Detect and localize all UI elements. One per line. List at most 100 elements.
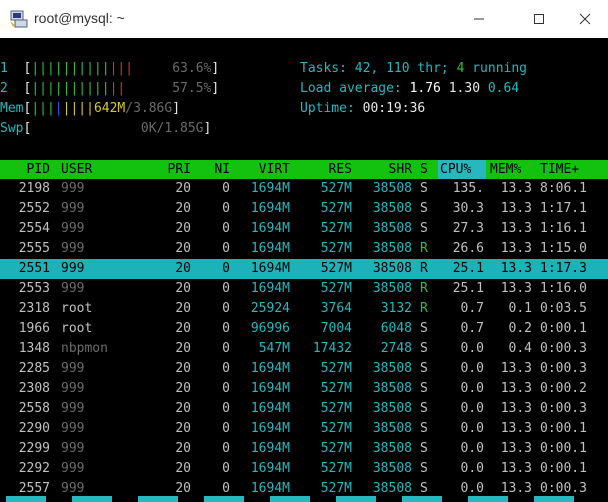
mem-label: Mem: [0, 101, 24, 116]
table-row[interactable]: 2299 999 20 0 1694M 527M 38508 S 0.0 13.3 0:00.1: [0, 439, 608, 459]
col-header-ni[interactable]: NI: [200, 160, 230, 179]
process-table-header[interactable]: PID USER PRI NI VIRT RES SHR S CPU% MEM%…: [0, 160, 608, 179]
table-row[interactable]: 2290 999 20 0 1694M 527M 38508 S 0.0 13.3 0:00.1: [0, 419, 608, 439]
col-header-shr[interactable]: SHR: [352, 160, 412, 179]
cell-time: 0:00.1: [540, 461, 587, 476]
cell-pri: 20: [175, 201, 191, 216]
cpu1-bars-green: ||||||||||: [31, 61, 110, 76]
cell-cpu: 26.6: [452, 241, 484, 256]
cell-ni: 0: [222, 201, 230, 216]
table-row[interactable]: 2558 999 20 0 1694M 527M 38508 S 0.0 13.3 0:00.3: [0, 399, 608, 419]
cell-s: S: [420, 221, 428, 236]
cell-virt: 1694M: [250, 361, 290, 376]
cell-time: 8:06.1: [540, 181, 587, 196]
cell-res: 527M: [320, 201, 352, 216]
cell-shr: 38508: [372, 361, 412, 376]
table-row[interactable]: 2553 999 20 0 1694M 527M 38508 R 25.1 13.3 1:16.0: [0, 279, 608, 299]
table-row-selected[interactable]: 2551 999 20 0 1694M 527M 38508 R 25.1 13.3 1:17.3: [0, 259, 608, 279]
cell-time: 0:00.3: [540, 341, 587, 356]
cell-shr: 38508: [372, 181, 412, 196]
cell-res: 527M: [320, 181, 352, 196]
cell-virt: 96996: [250, 321, 290, 336]
cell-time: 0:00.3: [540, 361, 587, 376]
close-button[interactable]: [562, 0, 608, 38]
cell-shr: 6048: [380, 321, 412, 336]
cell-shr: 38508: [372, 421, 412, 436]
table-row[interactable]: 2292 999 20 0 1694M 527M 38508 S 0.0 13.3 0:00.1: [0, 459, 608, 479]
minimize-button[interactable]: [456, 0, 502, 38]
cell-s: R: [420, 281, 428, 296]
table-row[interactable]: 1966 root 20 0 96996 7004 6048 S 0.7 0.2 0:00.1: [0, 319, 608, 339]
cpu1-label: 1: [0, 61, 8, 76]
table-row[interactable]: 2318 root 20 0 25924 3764 3132 R 0.7 0.1 0:03.5: [0, 299, 608, 319]
cell-pri: 20: [175, 361, 191, 376]
cell-mem: 13.3: [500, 381, 532, 396]
table-row[interactable]: 2285 999 20 0 1694M 527M 38508 S 0.0 13.3 0:00.3: [0, 359, 608, 379]
putty-icon: [10, 10, 28, 28]
cpu2-meter: 2 [|||||||||||| 57.5%]: [0, 81, 220, 96]
cell-pri: 20: [175, 401, 191, 416]
cell-virt: 1694M: [250, 201, 290, 216]
table-row[interactable]: 2554 999 20 0 1694M 527M 38508 S 27.3 13.3 1:16.1: [0, 219, 608, 239]
cell-res: 527M: [320, 221, 352, 236]
terminal[interactable]: 1 [||||||||||||| 63.6%] 2 [|||||||||||| …: [0, 38, 608, 502]
table-row[interactable]: 2198 999 20 0 1694M 527M 38508 S 135. 13.3 8:06.1: [0, 179, 608, 199]
cell-pri: 20: [175, 321, 191, 336]
cell-cpu: 0.0: [460, 361, 484, 376]
load-average: Load average: 1.76 1.30 0.64: [300, 81, 520, 96]
col-header-mem[interactable]: MEM%: [490, 160, 532, 179]
cell-res: 17432: [312, 341, 352, 356]
cell-ni: 0: [222, 441, 230, 456]
cell-time: 0:03.5: [540, 301, 587, 316]
cell-res: 7004: [320, 321, 352, 336]
cell-s: S: [420, 341, 428, 356]
col-header-res[interactable]: RES: [296, 160, 352, 179]
cell-mem: 13.3: [500, 421, 532, 436]
cell-mem: 13.3: [500, 201, 532, 216]
col-header-cpu[interactable]: CPU%: [440, 160, 484, 179]
cell-cpu: 0.7: [460, 321, 484, 336]
mem-meter: Mem[||||||||642M/3.86G]: [0, 101, 181, 116]
cell-cpu: 0.0: [460, 421, 484, 436]
table-row[interactable]: 2308 999 20 0 1694M 527M 38508 S 0.0 13.3 0:00.2: [0, 379, 608, 399]
cell-pid: 2555: [18, 241, 50, 256]
cpu1-bars-red: |||: [109, 61, 134, 76]
cell-pri: 20: [175, 221, 191, 236]
cell-pid: 2285: [18, 361, 50, 376]
cell-mem: 13.3: [500, 461, 532, 476]
cell-s: S: [420, 321, 428, 336]
table-row[interactable]: 2552 999 20 0 1694M 527M 38508 S 30.3 13.3 1:17.1: [0, 199, 608, 219]
cell-virt: 1694M: [250, 261, 290, 276]
mem-bars-blue: |: [54, 101, 63, 116]
col-header-state[interactable]: S: [420, 160, 432, 179]
cell-res: 3764: [320, 301, 352, 316]
table-row[interactable]: 2555 999 20 0 1694M 527M 38508 R 26.6 13.3 1:15.0: [0, 239, 608, 259]
cell-shr: 38508: [372, 401, 412, 416]
cell-mem: 0.4: [508, 341, 532, 356]
col-header-virt[interactable]: VIRT: [232, 160, 290, 179]
cell-pid: 1966: [18, 321, 50, 336]
cell-pri: 20: [175, 181, 191, 196]
cell-time: 0:00.1: [540, 321, 587, 336]
cell-s: S: [420, 461, 428, 476]
cell-shr: 2748: [380, 341, 412, 356]
cell-cpu: 0.7: [460, 301, 484, 316]
col-header-pri[interactable]: PRI: [146, 160, 191, 179]
cell-shr: 38508: [372, 281, 412, 296]
cell-s: S: [420, 181, 428, 196]
maximize-icon: [534, 14, 544, 24]
cell-mem: 13.3: [500, 361, 532, 376]
col-header-pid[interactable]: PID: [0, 160, 50, 179]
cell-pri: 20: [175, 281, 191, 296]
cell-ni: 0: [222, 361, 230, 376]
cell-mem: 13.3: [500, 261, 532, 276]
cell-ni: 0: [222, 241, 230, 256]
cell-pri: 20: [175, 441, 191, 456]
table-row[interactable]: 1348 nbpmon 20 0 547M 17432 2748 S 0.0 0.4 0:00.3: [0, 339, 608, 359]
minimize-icon: [474, 18, 484, 20]
col-header-time[interactable]: TIME+: [540, 160, 608, 179]
cell-cpu: 27.3: [452, 221, 484, 236]
cell-res: 527M: [320, 361, 352, 376]
maximize-button[interactable]: [516, 0, 562, 38]
cell-ni: 0: [222, 221, 230, 236]
